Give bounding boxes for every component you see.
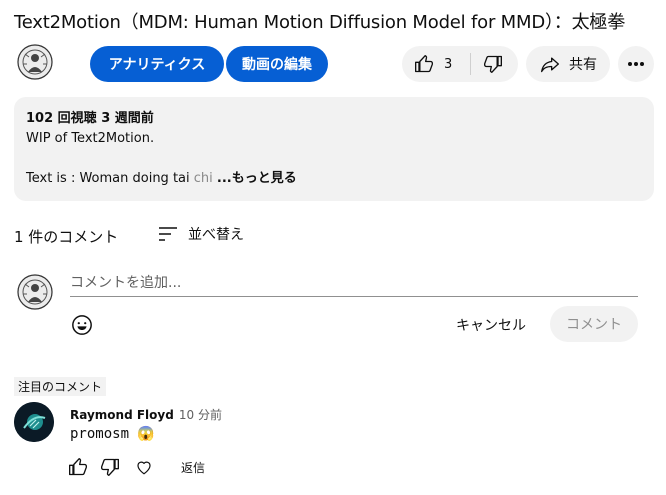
thumbs-down-icon bbox=[484, 55, 503, 74]
description-box[interactable]: 102 回視聴 3 週間前 WIP of Text2Motion. Text i… bbox=[14, 97, 654, 201]
share-button[interactable]: 共有 bbox=[526, 46, 610, 82]
more-dots-icon bbox=[628, 62, 644, 66]
submit-comment-button[interactable]: コメント bbox=[550, 306, 638, 342]
description-line-2: Text is : Woman doing tai chi ...もっと見る bbox=[26, 169, 642, 189]
more-actions-button[interactable] bbox=[618, 46, 654, 82]
commenter-avatar[interactable] bbox=[14, 402, 54, 442]
share-arrow-icon bbox=[541, 57, 559, 73]
share-label: 共有 bbox=[569, 57, 597, 73]
edit-video-button[interactable]: 動画の編集 bbox=[226, 46, 328, 82]
comment-author[interactable]: Raymond Floyd bbox=[70, 408, 174, 422]
user-avatar bbox=[17, 274, 53, 310]
comment-header: Raymond Floyd 10 分前 bbox=[70, 404, 222, 423]
comment-like-button[interactable] bbox=[68, 457, 88, 477]
like-button[interactable]: 3 bbox=[402, 46, 452, 82]
avatar-art-icon bbox=[17, 44, 53, 80]
analytics-button[interactable]: アナリティクス bbox=[90, 46, 224, 82]
sort-button[interactable]: 並べ替え bbox=[158, 224, 244, 244]
planet-logo-icon bbox=[14, 402, 54, 442]
sort-icon bbox=[159, 227, 177, 241]
thumbs-up-icon bbox=[69, 458, 88, 476]
pinned-comment-badge: 注目のコメント bbox=[14, 377, 107, 396]
thumbs-down-icon bbox=[101, 458, 120, 476]
add-comment-input[interactable]: コメントを追加... bbox=[70, 272, 638, 297]
channel-avatar[interactable] bbox=[17, 44, 53, 80]
video-title: Text2Motion（MDM: Human Motion Diffusion … bbox=[14, 12, 625, 33]
like-count: 3 bbox=[444, 56, 453, 72]
add-comment-placeholder: コメントを追加... bbox=[70, 275, 182, 291]
comment-dislike-button[interactable] bbox=[100, 457, 120, 477]
cancel-button[interactable]: キャンセル bbox=[456, 315, 526, 335]
thumbs-up-icon bbox=[415, 55, 433, 73]
sort-label: 並べ替え bbox=[188, 227, 244, 243]
emoji-button[interactable] bbox=[71, 314, 93, 336]
description-text: Text is : Woman doing tai bbox=[26, 171, 194, 186]
show-more-link[interactable]: ...もっと見る bbox=[217, 171, 297, 186]
comment-count: 1 件のコメント bbox=[14, 228, 119, 246]
comment-text: promosm 😱 bbox=[70, 426, 155, 442]
description-line-1: WIP of Text2Motion. bbox=[26, 131, 155, 146]
view-count-date: 102 回視聴 3 週間前 bbox=[26, 111, 154, 126]
dislike-button[interactable] bbox=[471, 46, 503, 82]
avatar-art-icon bbox=[17, 274, 53, 310]
emoji-smiley-icon bbox=[72, 315, 92, 335]
heart-icon bbox=[137, 461, 151, 475]
like-dislike-group: 3 bbox=[402, 46, 518, 82]
creator-heart-button[interactable] bbox=[135, 458, 153, 476]
description-faded-text: chi bbox=[193, 171, 213, 186]
comment-time[interactable]: 10 分前 bbox=[179, 408, 222, 422]
reply-button[interactable]: 返信 bbox=[181, 459, 205, 476]
